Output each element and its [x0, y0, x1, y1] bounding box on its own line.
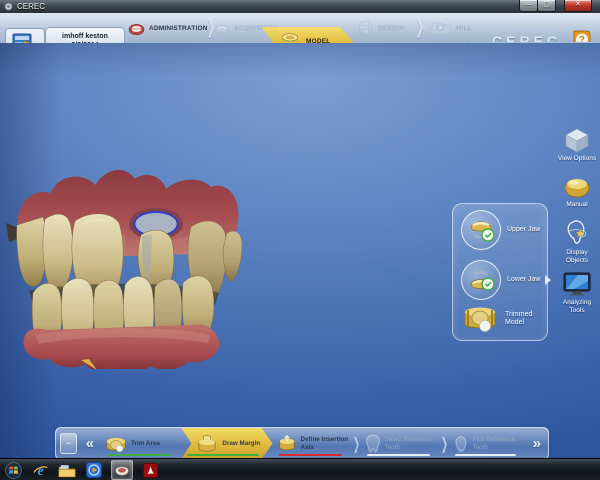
model-3d-viewport[interactable]: Upper Jaw Lower Jaw	[0, 43, 600, 458]
monitor-icon	[562, 271, 592, 297]
steps-forward-button[interactable]: »	[526, 428, 548, 459]
step-trim-area-label: Trim Area	[131, 440, 160, 447]
tooth-sparkle-icon	[563, 219, 591, 247]
taskbar-adobe-reader[interactable]	[140, 461, 160, 479]
dental-model-group	[6, 170, 242, 369]
draw-margin-icon	[195, 434, 219, 454]
cube-icon	[564, 128, 590, 153]
upper-jaw-circle[interactable]	[461, 210, 501, 250]
app-window-icon	[4, 2, 13, 11]
jaw-display-panel: Upper Jaw Lower Jaw	[452, 203, 548, 341]
collapse-toolbar-button[interactable]: ▪▪	[60, 433, 77, 454]
patient-name: imhoff keston	[62, 33, 108, 42]
view-options-button[interactable]: View Options	[555, 128, 599, 163]
step-draw-margin-label: Draw Margin	[222, 440, 260, 447]
display-objects-button[interactable]: Display Objects	[555, 219, 599, 265]
cerec-app-icon	[114, 464, 130, 477]
upper-jaw-check-icon	[466, 215, 496, 245]
start-button[interactable]	[3, 461, 23, 479]
insertion-axis-icon	[276, 434, 298, 454]
chevron-separator: ❯	[416, 13, 425, 43]
upper-jaw-button[interactable]: Upper Jaw	[461, 210, 541, 250]
jaw-faded-icon	[214, 22, 230, 35]
svg-text:e: e	[37, 462, 43, 477]
workflow-step-bar: ▪▪ « Trim Area Draw Margin	[55, 427, 549, 460]
chevron-separator: ❯	[442, 428, 447, 459]
gold-model-icon	[562, 175, 592, 199]
step-status-underline	[279, 454, 342, 457]
step-draw-margin[interactable]: Draw Margin	[181, 428, 272, 459]
view-options-label: View Options	[558, 155, 596, 163]
lower-jaw-button[interactable]: Lower Jaw	[461, 260, 541, 300]
trimmed-model-label: Trimmed Model	[505, 311, 539, 328]
lower-jaw-circle[interactable]	[461, 260, 501, 300]
internet-explorer-icon: e	[32, 462, 49, 479]
window-title: CEREC	[17, 2, 45, 11]
tab-mill: MILL	[428, 13, 472, 43]
step-trim-area[interactable]: Trim Area	[101, 428, 181, 459]
cerec-application-window: CEREC — ▢ ✕ imhoff keston 2/3/2014	[0, 0, 600, 480]
tab-administration[interactable]: ADMINISTRATION	[128, 13, 208, 43]
step-define-insertion-axis-label: Define Insertion Axis	[301, 436, 349, 450]
windows-start-icon	[5, 462, 22, 479]
display-objects-label: Display Objects	[555, 249, 599, 265]
phase-navigation-bar: imhoff keston 2/3/2014 ADMINISTRATION ❯ …	[0, 13, 600, 44]
adobe-reader-icon	[143, 463, 158, 478]
step-status-underline	[107, 454, 171, 457]
step-pick-reference-tooth-label: Pick Reference Tooth	[473, 436, 523, 450]
tab-mill-label: MILL	[456, 25, 472, 32]
tooth-outline-icon	[452, 435, 470, 453]
step-select-reference-tooth-label: Select Reference Tooth	[385, 436, 437, 450]
maximize-button[interactable]: ▢	[537, 0, 556, 12]
taskbar-cerec-app[interactable]	[111, 460, 133, 480]
upper-jaw-label: Upper Jaw	[507, 226, 541, 234]
panel-expand-arrow-icon[interactable]	[545, 275, 551, 285]
step-status-underline	[455, 454, 516, 457]
tab-design-label: DESIGN	[378, 25, 404, 32]
tab-administration-label: ADMINISTRATION	[149, 25, 208, 32]
denture-icon	[128, 21, 145, 36]
media-player-icon	[86, 462, 102, 478]
manual-button[interactable]: Manual	[555, 175, 599, 209]
minimize-button[interactable]: —	[519, 0, 538, 12]
analyzing-tools-button[interactable]: Analyzing Tools	[555, 271, 599, 315]
step-select-reference-tooth: Select Reference Tooth	[361, 428, 440, 459]
step-status-underline	[187, 454, 258, 457]
taskbar-media-player[interactable]	[84, 461, 104, 479]
dental-scan-model[interactable]	[5, 163, 245, 369]
tab-design: DESIGN	[357, 13, 404, 43]
tooth-outline-icon	[364, 434, 382, 454]
trimmed-model-button[interactable]: Trimmed Model	[461, 304, 539, 334]
close-button[interactable]: ✕	[564, 0, 592, 12]
milling-machine-icon	[428, 20, 452, 37]
tooth-mesh-icon	[357, 20, 374, 36]
trim-area-icon	[104, 434, 128, 454]
chevron-separator: ❯	[354, 428, 359, 459]
manual-label: Manual	[566, 201, 587, 209]
windows-taskbar: e	[0, 458, 600, 480]
explorer-folder-icon	[58, 463, 76, 478]
taskbar-explorer[interactable]	[57, 461, 77, 479]
step-status-underline	[367, 454, 430, 457]
step-pick-reference-tooth: Pick Reference Tooth	[449, 428, 526, 459]
taskbar-internet-explorer[interactable]: e	[30, 461, 50, 479]
step-define-insertion-axis[interactable]: Define Insertion Axis	[273, 428, 352, 459]
window-title-bar[interactable]: CEREC — ▢ ✕	[0, 0, 600, 14]
steps-back-button[interactable]: «	[79, 428, 101, 459]
lower-jaw-label: Lower Jaw	[507, 276, 541, 284]
lower-jaw-check-icon	[466, 265, 496, 295]
trimmed-model-icon	[461, 304, 499, 334]
analyzing-tools-label: Analyzing Tools	[555, 299, 599, 315]
